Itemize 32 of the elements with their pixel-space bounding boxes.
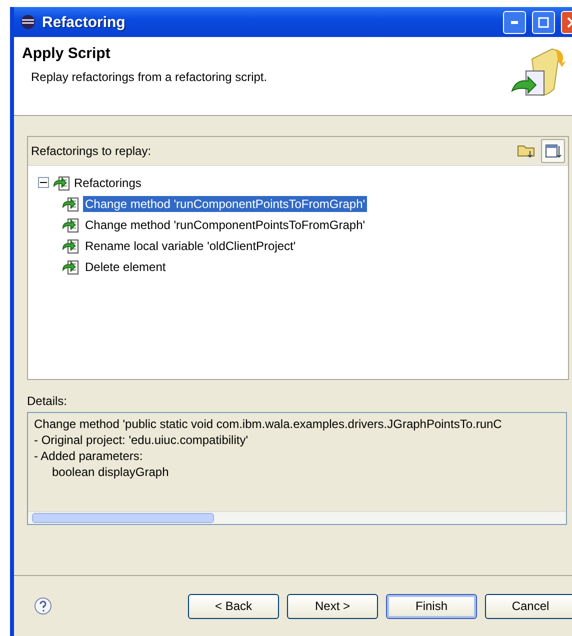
window-title: Refactoring [42,14,126,30]
details-label: Details: [27,394,68,408]
page-description: Replay refactorings from a refactoring script. [30,70,268,84]
refactoring-icon [62,216,79,232]
refactoring-icon [62,196,79,212]
horizontal-scrollbar[interactable] [28,511,566,524]
refactoring-icon [62,258,79,274]
maximize-button[interactable] [532,10,555,34]
wizard-button[interactable]: Finish [386,594,477,618]
eclipse-logo-icon [20,14,36,30]
refactoring-icon [62,238,79,254]
tree-item[interactable]: Change method 'runComponentPointsToFromGraph' [83,196,368,212]
wizard-button[interactable]: Next > [287,594,378,618]
wizard-button[interactable]: < Back [188,594,279,618]
page-title: Apply Script [22,45,112,62]
tree-item[interactable]: Delete element [83,258,168,274]
collapse-toggle-icon[interactable] [38,177,49,188]
details-line: - Added parameters: [34,449,144,465]
date-sort-toolbar-icon[interactable] [541,139,565,163]
wizard-button[interactable]: Cancel [485,594,572,618]
details-line: boolean displayGraph [51,465,170,481]
minimize-button[interactable] [503,10,526,34]
details-line: - Original project: 'edu.uiuc.compatibility' [34,433,250,449]
tree-item[interactable]: Change method 'runComponentPointsToFromGraph' [83,216,368,232]
panel-label: Refactorings to replay: [31,144,152,158]
tree-root-label[interactable]: Refactorings [74,176,142,190]
minimize-icon [511,20,518,24]
tree-item[interactable]: Rename local variable 'oldClientProject' [83,238,298,254]
help-icon[interactable] [34,597,52,615]
refactoring-icon [53,174,70,190]
details-line: Change method 'public static void com.ibm.wala.examples.drivers.JGraphPointsTo.runC [34,417,503,433]
maximize-icon [538,16,549,28]
